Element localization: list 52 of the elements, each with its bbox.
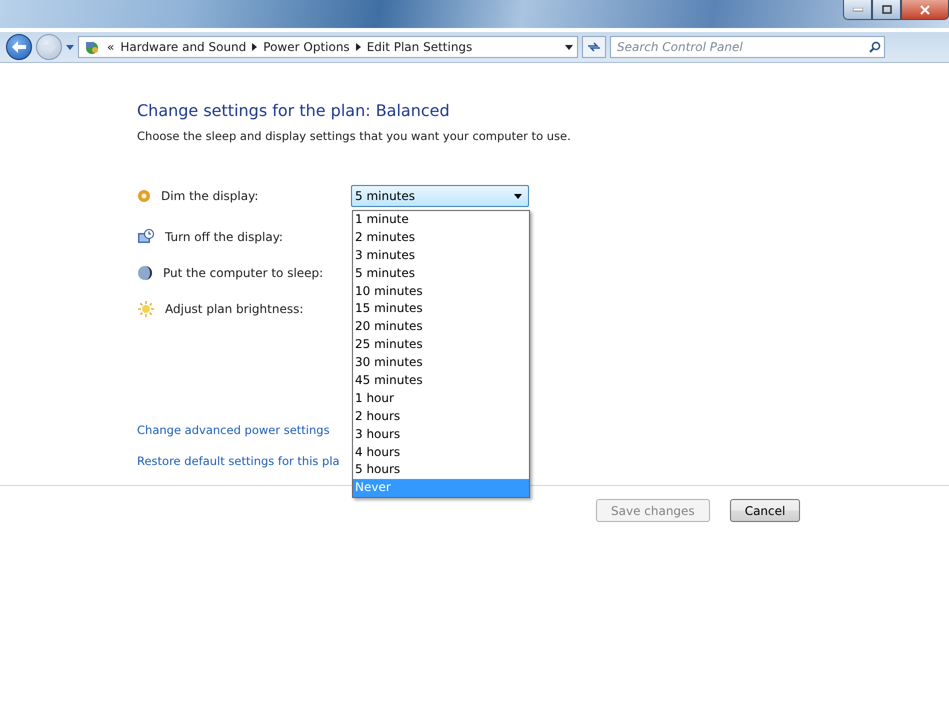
dropdown-option[interactable]: 2 hours bbox=[353, 408, 529, 426]
caret-icon[interactable] bbox=[565, 44, 573, 50]
history-caret-icon[interactable] bbox=[66, 44, 74, 50]
breadcrumb[interactable]: Power Options bbox=[263, 40, 350, 54]
dropdown-option[interactable]: 20 minutes bbox=[353, 318, 529, 336]
dropdown-option[interactable]: 25 minutes bbox=[353, 336, 529, 354]
dropdown-option[interactable]: 3 minutes bbox=[353, 246, 529, 265]
dropdown-option[interactable]: 30 minutes bbox=[353, 354, 529, 372]
close-button[interactable] bbox=[901, 0, 949, 20]
dropdown-option[interactable]: 15 minutes bbox=[353, 300, 529, 318]
maximize-icon bbox=[882, 5, 892, 14]
breadcrumb[interactable]: Edit Plan Settings bbox=[366, 40, 472, 54]
left-arrow-icon bbox=[12, 41, 26, 53]
breadcrumb[interactable]: Hardware and Sound bbox=[120, 40, 246, 54]
dropdown-option[interactable]: 5 minutes bbox=[353, 264, 529, 283]
setting-label: Dim the display: bbox=[161, 189, 258, 203]
monitor-clock-icon bbox=[137, 229, 155, 245]
dropdown-option[interactable]: 4 hours bbox=[353, 444, 529, 462]
search-icon bbox=[869, 41, 881, 53]
breadcrumb-arrow-icon bbox=[356, 43, 361, 51]
back-button[interactable] bbox=[6, 34, 32, 60]
minimize-button[interactable] bbox=[843, 0, 872, 20]
dim-icon bbox=[137, 189, 151, 203]
dropdown-option[interactable]: 2 minutes bbox=[353, 228, 529, 247]
overflow-chevron[interactable]: « bbox=[107, 40, 114, 54]
setting-label: Turn off the display: bbox=[165, 230, 283, 244]
control-panel-icon bbox=[83, 39, 101, 55]
refresh-icon bbox=[587, 41, 601, 53]
refresh-button[interactable] bbox=[582, 36, 606, 58]
settings-link[interactable]: Restore default settings for this pla bbox=[137, 454, 340, 468]
sun-icon bbox=[137, 300, 155, 318]
dropdown-option[interactable]: 1 minute bbox=[353, 211, 529, 229]
dropdown-option[interactable]: 1 hour bbox=[353, 390, 529, 408]
caret-icon bbox=[514, 194, 522, 198]
breadcrumb-arrow-icon bbox=[252, 43, 258, 51]
dropdown-option[interactable]: 10 minutes bbox=[353, 282, 529, 300]
minimize-icon bbox=[852, 8, 862, 12]
moon-icon bbox=[137, 265, 153, 281]
right-arrow-icon bbox=[42, 41, 56, 53]
action-button[interactable]: Cancel bbox=[730, 499, 800, 522]
dropdown-option[interactable]: 45 minutes bbox=[353, 372, 529, 390]
dropdown-option[interactable]: 3 hours bbox=[353, 426, 529, 444]
page-description: Choose the sleep and display settings that you want your computer to use. bbox=[137, 129, 572, 143]
maximize-button[interactable] bbox=[872, 0, 901, 20]
search-field[interactable]: Search Control Panel bbox=[610, 36, 885, 58]
close-icon bbox=[920, 4, 930, 14]
setting-label: Adjust plan brightness: bbox=[165, 302, 304, 316]
address-field[interactable]: « Hardware and Sound Power Options Edit Plan Settings bbox=[78, 36, 578, 58]
settings-link[interactable]: Change advanced power settings bbox=[137, 423, 330, 437]
setting-label: Put the computer to sleep: bbox=[163, 266, 324, 280]
page-heading: Change settings for the plan: Balanced bbox=[137, 101, 451, 120]
dropdown-option[interactable]: 5 hours bbox=[353, 461, 529, 480]
